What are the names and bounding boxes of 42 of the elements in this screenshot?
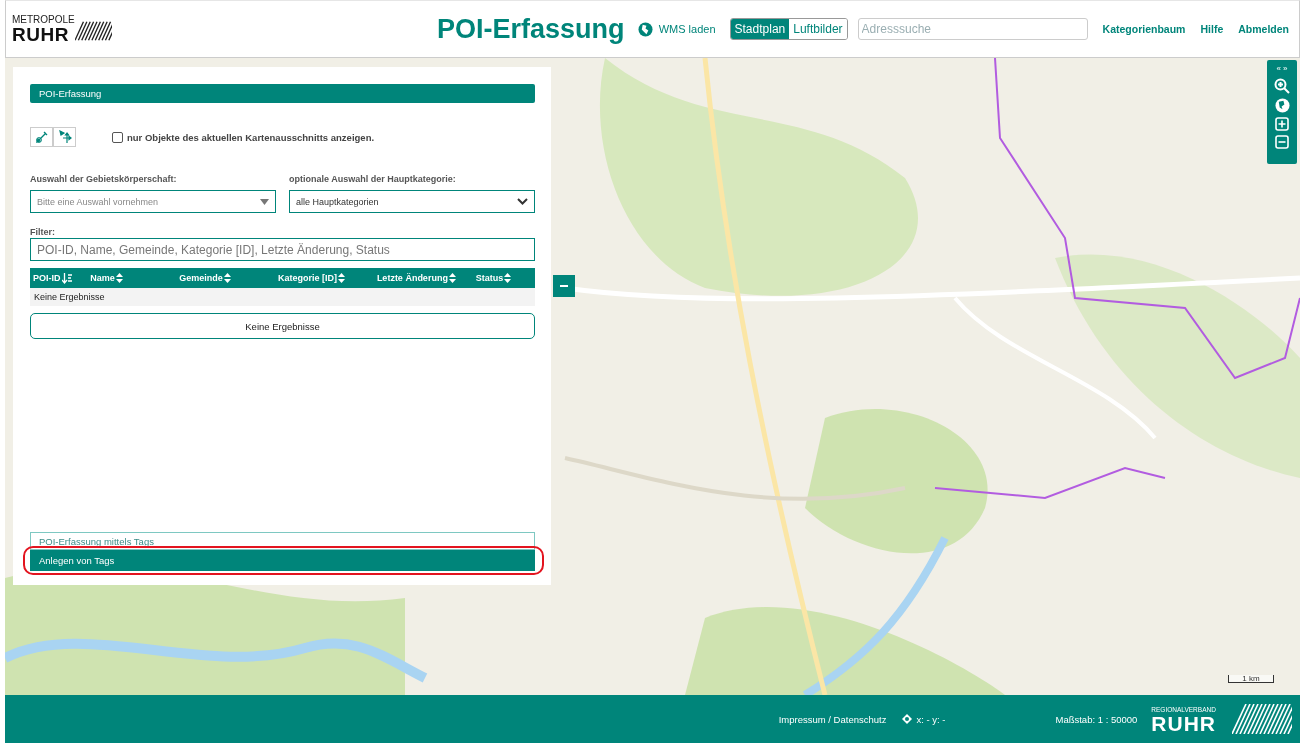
globe-icon: [637, 21, 653, 37]
wms-button[interactable]: WMS laden: [637, 21, 716, 37]
address-search-field[interactable]: Adresssuche: [857, 18, 1088, 40]
field-label: Filter:: [30, 227, 56, 237]
checkbox-label: nur Objekte des aktuellen Kartenausschnitts anzeigen.: [127, 131, 375, 143]
column-header[interactable]: Name: [90, 273, 180, 283]
column-header[interactable]: Kategorie [ID]: [278, 273, 377, 283]
column-header[interactable]: Status: [475, 273, 535, 283]
checkbox[interactable]: [112, 131, 123, 143]
footer-link[interactable]: Impressum / Datenschutz: [778, 713, 887, 725]
dropdown[interactable]: Bitte eine Auswahl vornehmen: [30, 190, 276, 213]
table-cell: Keine Ergebnisse: [30, 288, 535, 306]
logo: METROPOLE RUHR: [12, 14, 112, 44]
nav-link[interactable]: Hilfe: [1200, 23, 1224, 35]
panel-title: POI-Erfassung: [30, 84, 535, 103]
zoom-in-icon[interactable]: [1274, 78, 1290, 94]
field-label: optionale Auswahl der Hauptkategorie:: [289, 174, 457, 184]
collapse-button[interactable]: [553, 275, 575, 297]
coordinates: x: - y: -: [916, 713, 946, 725]
zoom-box-icon[interactable]: [1275, 117, 1289, 131]
results-button[interactable]: Keine Ergebnisse: [30, 313, 535, 339]
scale-bar: 1 km: [1228, 675, 1274, 683]
accordion-header[interactable]: Anlegen von Tags: [30, 550, 535, 571]
app-title: POI-Erfassung: [437, 13, 625, 45]
column-header[interactable]: Gemeinde: [179, 273, 279, 283]
filter-field[interactable]: POI-ID, Name, Gemeinde, Kategorie [ID], Letzte Änderung, Status: [30, 238, 535, 261]
chevron-icon: [517, 198, 528, 205]
crosshair-icon: [902, 714, 913, 724]
nav-link[interactable]: Kategorienbaum: [1102, 23, 1186, 35]
move-icon[interactable]: [53, 127, 76, 147]
zoom-out-box-icon[interactable]: [1275, 135, 1289, 149]
minus-icon: [560, 285, 568, 287]
caret-icon: [260, 198, 269, 205]
globe-icon[interactable]: [1274, 98, 1290, 113]
map-type-toggle[interactable]: Stadtplan: [730, 19, 790, 39]
nav-link[interactable]: Abmelden: [1238, 23, 1289, 35]
column-header[interactable]: POI-ID: [33, 272, 91, 284]
field-label: Auswahl der Gebietskörperschaft:: [30, 174, 178, 184]
scale-text: Maßstab: 1 : 50000: [1055, 713, 1138, 725]
column-header[interactable]: Letzte Änderung: [376, 273, 476, 283]
toolbar-toggle[interactable]: « »: [1276, 64, 1288, 74]
dropdown[interactable]: alle Hauptkategorien: [289, 190, 535, 213]
